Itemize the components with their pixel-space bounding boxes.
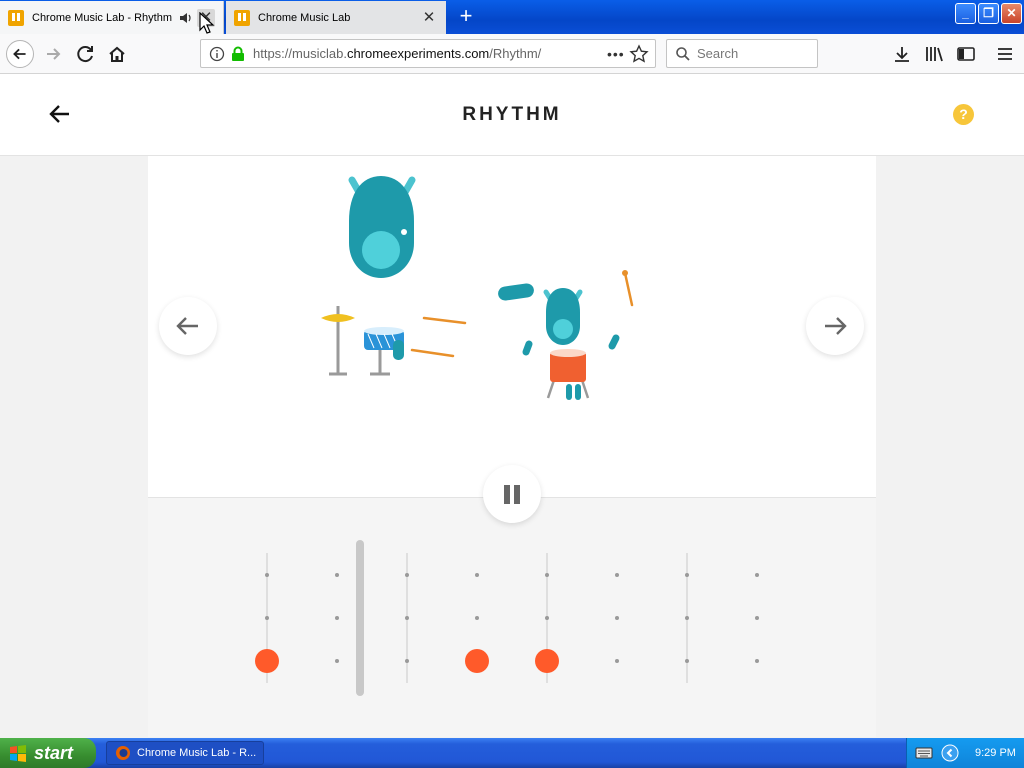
- note-slot[interactable]: [265, 616, 269, 620]
- note-slot[interactable]: [475, 616, 479, 620]
- url-scheme: https://musiclab.: [253, 46, 347, 61]
- previous-scene-button[interactable]: [159, 297, 217, 355]
- active-note[interactable]: [255, 649, 279, 673]
- pause-button[interactable]: [483, 465, 541, 523]
- small-monster-drummer: [498, 270, 634, 400]
- info-icon[interactable]: [209, 46, 225, 62]
- reload-icon[interactable]: [72, 40, 100, 68]
- sequencer-column[interactable]: [255, 553, 279, 683]
- note-slot[interactable]: [265, 573, 269, 577]
- sequencer-column[interactable]: [755, 553, 759, 683]
- left-arrow-icon: [176, 317, 198, 335]
- tab-rhythm[interactable]: Chrome Music Lab - Rhythm ✕: [0, 1, 224, 34]
- next-scene-button[interactable]: [806, 297, 864, 355]
- drumstick: [422, 316, 467, 325]
- hamburger-menu-icon[interactable]: [995, 44, 1015, 64]
- note-slot[interactable]: [545, 616, 549, 620]
- bookmark-star-icon[interactable]: [629, 43, 649, 64]
- note-slot[interactable]: [405, 659, 409, 663]
- note-slot[interactable]: [755, 573, 759, 577]
- windows-logo-icon: [10, 745, 26, 762]
- url-text[interactable]: https://musiclab.chromeexperiments.com/R…: [253, 46, 607, 61]
- snare-drum: [364, 327, 404, 376]
- search-input[interactable]: Search: [666, 39, 818, 68]
- active-note[interactable]: [535, 649, 559, 673]
- navigation-toolbar: https://musiclab.chromeexperiments.com/R…: [0, 34, 1024, 74]
- large-monster-drummer: [348, 176, 416, 278]
- note-slot[interactable]: [755, 659, 759, 663]
- search-placeholder: Search: [697, 46, 739, 61]
- note-slot[interactable]: [335, 573, 339, 577]
- home-icon[interactable]: [103, 40, 131, 68]
- note-slot[interactable]: [545, 573, 549, 577]
- cymbal-stand: [321, 306, 355, 376]
- close-window-button[interactable]: ✕: [1001, 3, 1022, 24]
- lock-icon: [232, 46, 244, 61]
- drummer-scene: [321, 176, 634, 400]
- taskbar-item-firefox[interactable]: Chrome Music Lab - R...: [106, 741, 264, 765]
- tab-music-lab[interactable]: Chrome Music Lab ✕: [226, 1, 446, 34]
- page-title: RHYTHM: [462, 104, 562, 125]
- note-slot[interactable]: [685, 616, 689, 620]
- forward-arrow-icon[interactable]: [40, 40, 68, 68]
- firefox-icon: [116, 746, 130, 760]
- help-button[interactable]: ?: [953, 104, 974, 125]
- library-icon[interactable]: [924, 44, 944, 64]
- rhythm-stage: [148, 156, 876, 497]
- minimize-window-button[interactable]: _: [955, 3, 976, 24]
- note-slot[interactable]: [475, 573, 479, 577]
- note-slot[interactable]: [615, 616, 619, 620]
- sequencer-column[interactable]: [535, 553, 559, 683]
- start-button[interactable]: start: [0, 738, 96, 768]
- keyboard-icon[interactable]: [915, 746, 933, 760]
- tab-title: Chrome Music Lab - Rhythm: [32, 11, 172, 24]
- sequencer-column[interactable]: [465, 553, 489, 683]
- url-domain: chromeexperiments.com: [346, 46, 490, 61]
- active-note[interactable]: [465, 649, 489, 673]
- clock: 9:29 PM: [975, 747, 1016, 759]
- start-label: start: [34, 742, 74, 763]
- tab-title: Chrome Music Lab: [258, 11, 351, 24]
- note-slot[interactable]: [615, 573, 619, 577]
- sequencer-grid[interactable]: [148, 498, 876, 738]
- page-actions-icon[interactable]: •••: [607, 46, 629, 62]
- note-slot[interactable]: [335, 659, 339, 663]
- sequencer-column[interactable]: [615, 553, 619, 683]
- sequencer-column[interactable]: [685, 553, 689, 683]
- note-slot[interactable]: [405, 616, 409, 620]
- rhythm-sequencer: [148, 497, 876, 737]
- drumstick: [410, 348, 455, 358]
- note-slot[interactable]: [685, 573, 689, 577]
- note-slot[interactable]: [615, 659, 619, 663]
- windows-taskbar: start Chrome Music Lab - R... 9:29 PM: [0, 738, 1024, 768]
- back-arrow-icon[interactable]: [6, 40, 34, 68]
- url-bar[interactable]: https://musiclab.chromeexperiments.com/R…: [200, 39, 656, 68]
- right-arrow-icon: [825, 317, 847, 335]
- system-tray: 9:29 PM: [906, 738, 1024, 768]
- url-path: /Rhythm/: [489, 46, 542, 61]
- note-slot[interactable]: [685, 659, 689, 663]
- close-tab-icon[interactable]: ✕: [420, 9, 438, 27]
- note-slot[interactable]: [335, 616, 339, 620]
- note-slot[interactable]: [755, 616, 759, 620]
- search-icon: [676, 46, 690, 61]
- browser-title-bar: Chrome Music Lab - Rhythm ✕ Chrome Music…: [0, 0, 1024, 34]
- taskbar-item-label: Chrome Music Lab - R...: [137, 747, 257, 759]
- sequencer-column[interactable]: [335, 553, 339, 683]
- download-icon[interactable]: [892, 44, 912, 64]
- playhead: [356, 540, 364, 696]
- music-lab-favicon-icon: [8, 9, 24, 26]
- show-hidden-icons-icon[interactable]: [941, 744, 959, 762]
- speaker-icon[interactable]: [179, 11, 193, 25]
- sequencer-column[interactable]: [405, 553, 409, 683]
- sidebar-icon[interactable]: [956, 44, 976, 64]
- mouse-cursor-icon: [199, 12, 215, 34]
- music-lab-favicon-icon: [234, 9, 250, 26]
- note-slot[interactable]: [405, 573, 409, 577]
- new-tab-icon[interactable]: +: [454, 5, 478, 29]
- page-header: RHYTHM ?: [0, 74, 1024, 156]
- maximize-window-button[interactable]: ❐: [978, 3, 999, 24]
